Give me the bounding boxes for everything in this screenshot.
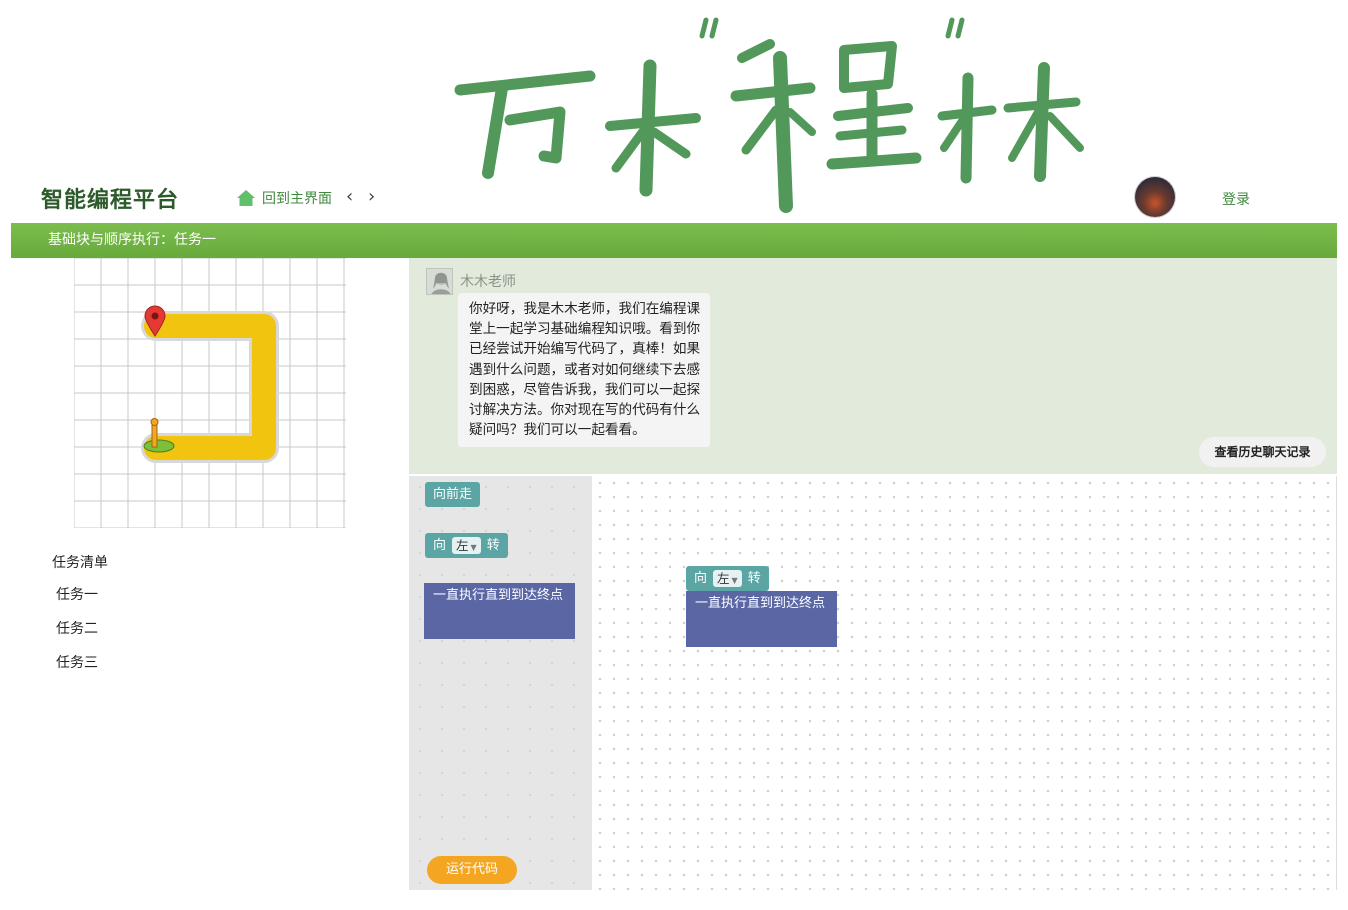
chevron-right-icon[interactable]: › <box>368 186 375 207</box>
turn-direction-value: 左 <box>456 538 469 553</box>
chat-message: 你好呀，我是木木老师，我们在编程课堂上一起学习基础编程知识哦。看到你已经尝试开始… <box>458 293 710 448</box>
loop-block-label: 一直执行直到到达终点 <box>433 588 564 603</box>
turn-block-prefix: 向 <box>694 571 708 586</box>
loop-block-bottom <box>686 637 837 647</box>
chevron-left-icon[interactable]: ‹ <box>346 186 353 207</box>
login-link[interactable]: 登录 <box>1222 189 1250 209</box>
home-link-label: 回到主界面 <box>262 191 332 207</box>
toolbox-loop-block[interactable]: 一直执行直到到达终点 <box>424 583 575 639</box>
forward-block-label: 向前走 <box>433 487 473 502</box>
loop-block-label: 一直执行直到到达终点 <box>695 596 826 611</box>
chat-panel: 木木老师 你好呀，我是木木老师，我们在编程课堂上一起学习基础编程知识哦。看到你已… <box>409 258 1337 474</box>
turn-direction-value: 左 <box>717 571 730 586</box>
turn-direction-dropdown[interactable]: 左 ▼ <box>452 537 481 554</box>
toolbox-turn-block[interactable]: 向左 ▼ 转 <box>425 533 508 558</box>
turn-block-prefix: 向 <box>433 538 447 553</box>
dropdown-arrow-icon: ▼ <box>470 543 477 552</box>
toolbox-forward-block[interactable]: 向前走 <box>425 482 481 507</box>
task-item-2[interactable]: 任务二 <box>56 618 108 638</box>
user-avatar[interactable] <box>1135 177 1175 217</box>
logo-calligraphy <box>454 17 1084 213</box>
brand-title: 智能编程平台 <box>41 187 180 213</box>
workspace-turn-block[interactable]: 向左 ▼ 转 <box>686 566 769 591</box>
loop-block-spine <box>686 616 702 637</box>
chat-history-button[interactable]: 查看历史聊天记录 <box>1199 437 1326 467</box>
task-list-heading: 任务清单 <box>52 555 108 571</box>
task-item-3[interactable]: 任务三 <box>56 652 108 672</box>
turn-block-suffix: 转 <box>747 571 761 586</box>
task-title-bar: 基础块与顺序执行：任务一 <box>11 223 1337 258</box>
maze-path <box>141 311 279 463</box>
task-list: 任务清单 任务一 任务二 任务三 <box>52 552 108 686</box>
code-workspace[interactable] <box>593 476 1337 890</box>
teacher-name: 木木老师 <box>460 274 516 290</box>
loop-block-spine <box>424 608 440 629</box>
turn-direction-dropdown[interactable]: 左 ▼ <box>713 570 742 587</box>
workspace-loop-block[interactable]: 一直执行直到到达终点 <box>686 591 837 647</box>
home-link[interactable]: 回到主界面 <box>236 188 332 208</box>
teacher-avatar <box>426 268 453 295</box>
loop-block-bottom <box>424 629 575 639</box>
task-item-1[interactable]: 任务一 <box>56 584 108 604</box>
maze-grid <box>74 258 346 528</box>
turn-block-suffix: 转 <box>486 538 500 553</box>
dropdown-arrow-icon: ▼ <box>731 576 738 585</box>
run-code-button[interactable]: 运行代码 <box>427 856 517 884</box>
home-icon <box>237 190 255 206</box>
